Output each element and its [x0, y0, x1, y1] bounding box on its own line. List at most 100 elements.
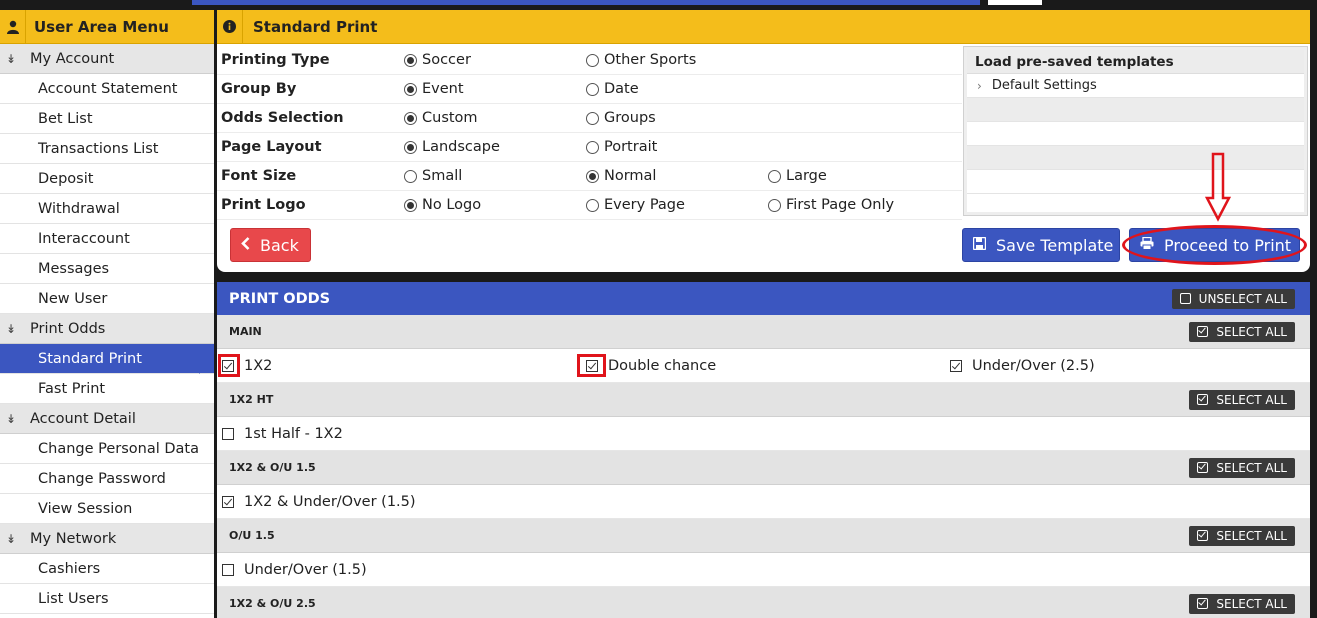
radio-label: Soccer: [422, 52, 471, 68]
radio-label: Large: [786, 168, 827, 184]
back-button[interactable]: Back: [230, 228, 311, 262]
sidebar-item-cashiers[interactable]: Cashiers: [0, 554, 214, 584]
sidebar-section-account-detail[interactable]: ↡ Account Detail: [0, 404, 214, 434]
radio-label: Other Sports: [604, 52, 697, 68]
radio-selected-icon: [404, 140, 417, 154]
radio-event[interactable]: Event: [404, 81, 464, 97]
select-all-button[interactable]: SELECT ALL: [1189, 321, 1295, 342]
radio-other-sports[interactable]: Other Sports: [586, 52, 696, 68]
print-odds-section: PRINT ODDS UNSELECT ALL MAIN SELECT ALL …: [217, 282, 1310, 618]
unselect-all-button[interactable]: UNSELECT ALL: [1171, 288, 1295, 309]
checkbox-checked-icon: [1197, 326, 1209, 337]
select-all-button[interactable]: SELECT ALL: [1189, 593, 1295, 614]
right-gutter: [1310, 10, 1317, 618]
radio-custom[interactable]: Custom: [404, 110, 478, 126]
template-item-default-settings[interactable]: › Default Settings: [967, 74, 1304, 98]
checkbox-empty-icon: [1179, 293, 1191, 304]
market-row: Under/Over (1.5): [217, 553, 1310, 587]
option-row-printing-type: Printing Type Soccer Other Sports: [217, 46, 962, 75]
sidebar-section-label: Account Detail: [30, 410, 136, 427]
top-strip-badge: [988, 0, 1042, 5]
sidebar-item-change-personal-data[interactable]: Change Personal Data: [0, 434, 214, 464]
select-all-label: SELECT ALL: [1216, 528, 1287, 543]
sidebar-item-deposit[interactable]: Deposit: [0, 164, 214, 194]
sidebar-item-standard-print[interactable]: Standard Print: [0, 344, 214, 374]
radio-soccer[interactable]: Soccer: [404, 52, 471, 68]
sidebar-item-transactions-list[interactable]: Transactions List: [0, 134, 214, 164]
select-all-button[interactable]: SELECT ALL: [1189, 457, 1295, 478]
proceed-to-print-label: Proceed to Print: [1164, 235, 1292, 255]
group-header-1x2-ht: 1X2 HT SELECT ALL: [217, 383, 1310, 417]
radio-empty-icon: [404, 169, 417, 183]
radio-small[interactable]: Small: [404, 168, 462, 184]
sidebar-item-interaccount[interactable]: Interaccount: [0, 224, 214, 254]
checkbox-under-over-1-5[interactable]: Under/Over (1.5): [222, 553, 367, 587]
sidebar-item-view-session[interactable]: View Session: [0, 494, 214, 524]
radio-empty-icon: [586, 53, 599, 67]
option-row-print-logo: Print Logo No Logo Every Page First Page…: [217, 191, 962, 220]
group-header-1x2-ou-2-5: 1X2 & O/U 2.5 SELECT ALL: [217, 587, 1310, 618]
checkbox-checked-icon: [950, 360, 962, 372]
radio-groups[interactable]: Groups: [586, 110, 656, 126]
sidebar-item-account-statement[interactable]: Account Statement: [0, 74, 214, 104]
sidebar-item-new-user[interactable]: New User: [0, 284, 214, 314]
standard-print-panel: Standard Print Printing Type Soccer Othe…: [217, 9, 1310, 272]
chevron-double-down-icon: ↡: [5, 531, 17, 546]
template-label: Default Settings: [991, 78, 1097, 93]
select-all-button[interactable]: SELECT ALL: [1189, 525, 1295, 546]
sidebar: User Area Menu ↡ My Account Account Stat…: [0, 10, 214, 618]
sidebar-header: User Area Menu: [0, 10, 214, 44]
radio-label: First Page Only: [786, 197, 895, 213]
checkbox-1x2-under-over-1-5[interactable]: 1X2 & Under/Over (1.5): [222, 485, 416, 519]
printer-icon: [1140, 236, 1154, 254]
print-odds-header: PRINT ODDS UNSELECT ALL: [217, 282, 1310, 315]
info-icon: [217, 9, 243, 44]
checkbox-under-over-2-5[interactable]: Under/Over (2.5): [950, 349, 1095, 383]
radio-landscape[interactable]: Landscape: [404, 139, 500, 155]
chevron-double-down-icon: ↡: [5, 321, 17, 336]
separator-band: [217, 272, 1310, 282]
radio-portrait[interactable]: Portrait: [586, 139, 657, 155]
save-template-button[interactable]: Save Template: [962, 228, 1120, 262]
sidebar-section-my-network[interactable]: ↡ My Network: [0, 524, 214, 554]
radio-label: Landscape: [422, 139, 500, 155]
checkbox-1x2[interactable]: 1X2: [222, 349, 272, 383]
templates-list: Load pre-saved templates › Default Setti…: [967, 50, 1304, 212]
radio-every-page[interactable]: Every Page: [586, 197, 685, 213]
market-label: Under/Over (1.5): [244, 562, 367, 578]
sidebar-item-messages[interactable]: Messages: [0, 254, 214, 284]
radio-normal[interactable]: Normal: [586, 168, 656, 184]
radio-label: Custom: [422, 110, 478, 126]
checkbox-1st-half-1x2[interactable]: 1st Half - 1X2: [222, 417, 343, 451]
sidebar-section-print-odds[interactable]: ↡ Print Odds: [0, 314, 214, 344]
sidebar-item-withdrawal[interactable]: Withdrawal: [0, 194, 214, 224]
radio-empty-icon: [586, 198, 599, 212]
option-row-font-size: Font Size Small Normal Large: [217, 162, 962, 191]
group-header-ou-1-5: O/U 1.5 SELECT ALL: [217, 519, 1310, 553]
sidebar-item-bet-list[interactable]: Bet List: [0, 104, 214, 134]
template-empty-row: [967, 146, 1304, 170]
radio-date[interactable]: Date: [586, 81, 639, 97]
select-all-label: SELECT ALL: [1216, 460, 1287, 475]
checkbox-double-chance[interactable]: Double chance: [586, 349, 716, 383]
sidebar-item-list-users[interactable]: List Users: [0, 584, 214, 614]
checkbox-checked-icon: [222, 496, 234, 508]
sidebar-item-fast-print[interactable]: Fast Print: [0, 374, 214, 404]
market-row: 1X2 Double chance Under/Over (2.5): [217, 349, 1310, 383]
sidebar-section-my-account[interactable]: ↡ My Account: [0, 44, 214, 74]
sidebar-item-change-password[interactable]: Change Password: [0, 464, 214, 494]
proceed-to-print-button[interactable]: Proceed to Print: [1129, 228, 1300, 262]
select-all-button[interactable]: SELECT ALL: [1189, 389, 1295, 410]
radio-no-logo[interactable]: No Logo: [404, 197, 481, 213]
sidebar-section-label: My Network: [30, 530, 117, 547]
radio-label: Portrait: [604, 139, 658, 155]
radio-label: Small: [422, 168, 463, 184]
radio-large[interactable]: Large: [768, 168, 827, 184]
radio-first-page-only[interactable]: First Page Only: [768, 197, 894, 213]
checkbox-checked-icon: [222, 360, 234, 372]
market-label: 1X2 & Under/Over (1.5): [244, 494, 416, 510]
active-item-pointer: [199, 344, 213, 374]
radio-label: Event: [422, 81, 464, 97]
checkbox-checked-icon: [1197, 462, 1209, 473]
market-label: Double chance: [608, 358, 717, 374]
